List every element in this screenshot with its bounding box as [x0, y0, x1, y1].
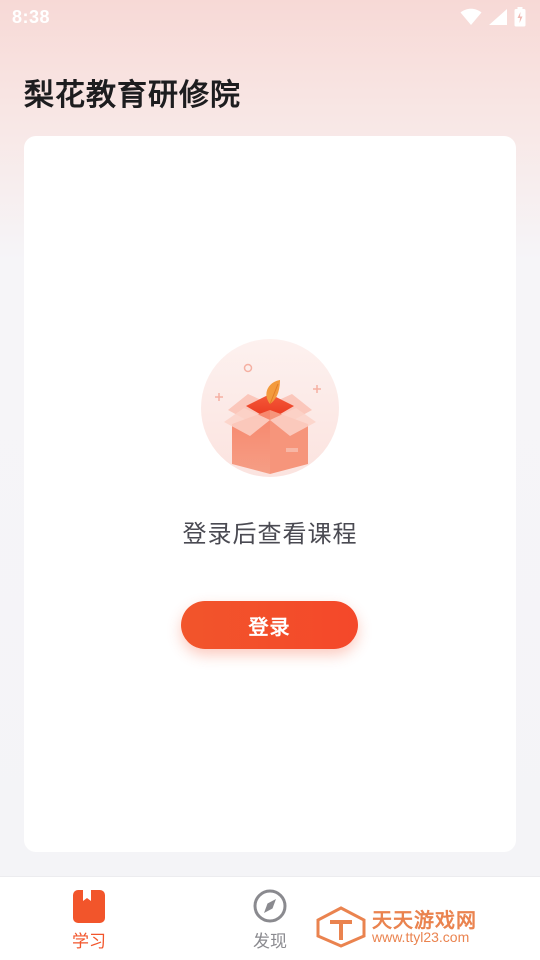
- tab-discover[interactable]: 发现: [230, 887, 310, 952]
- status-icons: [460, 7, 526, 27]
- bookmark-book-icon: [73, 890, 105, 923]
- status-time: 8:38: [12, 7, 51, 27]
- tab-discover-label: 发现: [253, 932, 287, 952]
- signal-icon: [489, 9, 507, 25]
- empty-state-message: 登录后查看课程: [182, 520, 358, 548]
- battery-icon: [514, 7, 526, 27]
- wifi-icon: [460, 8, 482, 25]
- watermark-logo-icon: [316, 906, 366, 948]
- watermark: 天天游戏网 www.ttyl23.com: [316, 904, 516, 950]
- tab-study[interactable]: 学习: [49, 887, 129, 952]
- tab-study-label: 学习: [72, 932, 106, 952]
- login-button[interactable]: 登录: [181, 601, 358, 649]
- compass-icon: [253, 889, 287, 923]
- empty-box-icon: [201, 339, 339, 477]
- watermark-url: www.ttyl23.com: [372, 929, 470, 945]
- main-card: 登录后查看课程 登录: [24, 136, 516, 852]
- status-bar: 8:38: [0, 0, 540, 36]
- page-title: 梨花教育研修院: [24, 78, 241, 113]
